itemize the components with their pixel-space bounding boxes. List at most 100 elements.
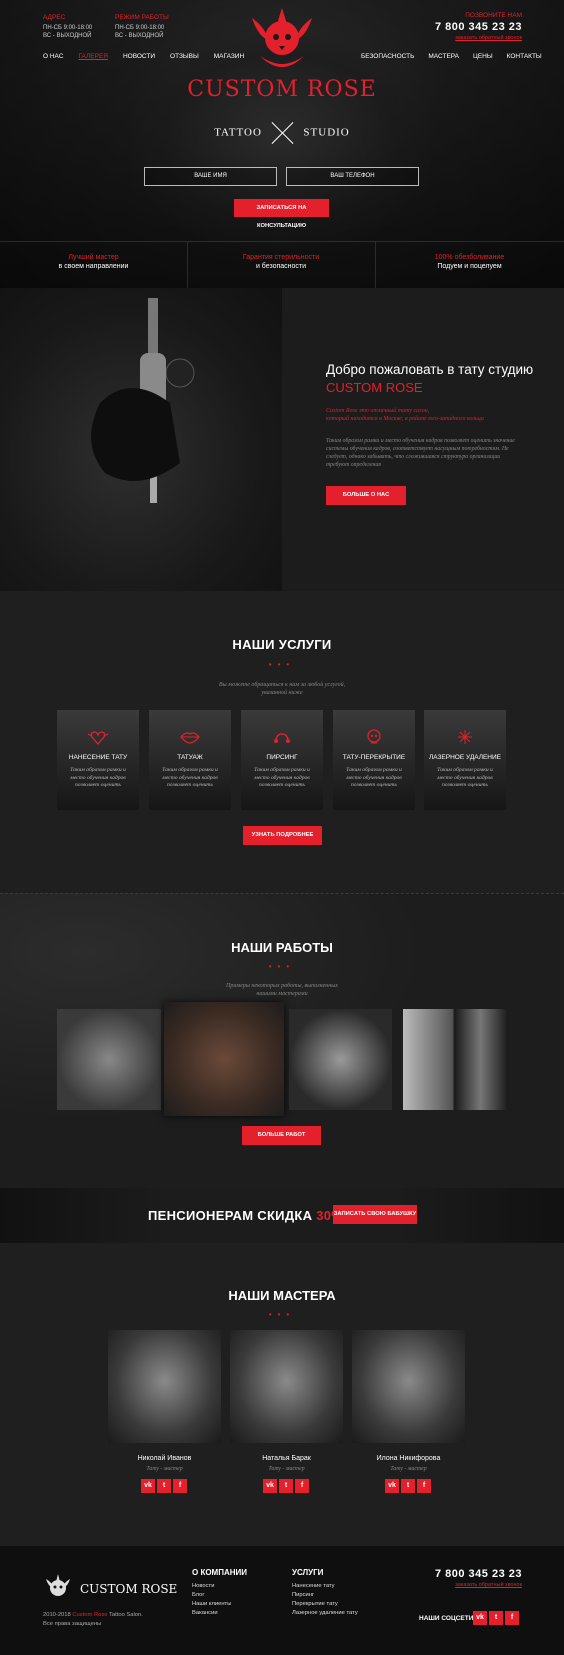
- works-lead: Примеры некоторых работы, выполненных на…: [226, 983, 338, 997]
- discount-banner: ПЕНСИОНЕРАМ СКИДКА 30% ЗАПИСАТЬ СВОЮ БАБ…: [0, 1188, 564, 1243]
- footer-logo-icon[interactable]: [43, 1573, 73, 1603]
- service-card[interactable]: ЛАЗЕРНОЕ УДАЛЕНИЕ Таким образом рамки и …: [424, 710, 506, 810]
- service-card[interactable]: ТАТУ-ПЕРЕКРЫТИЕ Таким образом рамки и ме…: [333, 710, 415, 810]
- welcome-text: Таким образом рамки и место обучения кад…: [326, 438, 515, 468]
- welcome-brand: CUSTOM ROSE: [326, 380, 423, 395]
- nav-item-contacts[interactable]: КОНТАКТЫ: [507, 53, 542, 60]
- header-phone[interactable]: 7 800 345 23 23: [435, 21, 522, 33]
- piercing-ring-icon: [274, 733, 290, 743]
- masters-title: НАШИ МАСТЕРА: [228, 1288, 336, 1303]
- work-photo[interactable]: [403, 1009, 506, 1110]
- discount-text: ПЕНСИОНЕРАМ СКИДКА: [148, 1208, 313, 1223]
- about-button[interactable]: БОЛЬШЕ О НАС: [326, 486, 406, 505]
- tattoo-machine-image: [0, 288, 282, 591]
- master-role: Тату - мастер: [146, 1466, 183, 1472]
- work-photo[interactable]: [164, 1002, 284, 1116]
- callback-link[interactable]: заказать обратный звонок: [435, 35, 522, 41]
- nav-item-news[interactable]: НОВОСТИ: [123, 53, 155, 60]
- more-works-button[interactable]: БОЛЬШЕ РАБОТ: [242, 1126, 321, 1145]
- address-label: АДРЕС: [43, 14, 66, 21]
- services-title: НАШИ УСЛУГИ: [232, 637, 332, 652]
- service-card[interactable]: ПИРСИНГ Таким образом рамки и место обуч…: [241, 710, 323, 810]
- footer-link[interactable]: Перекрытие тату: [292, 1600, 358, 1609]
- footer-callback-link[interactable]: заказать обратный звонок: [455, 1582, 522, 1588]
- welcome-title: Добро пожаловать в тату студию: [326, 362, 534, 377]
- dots-icon: •••: [268, 962, 296, 971]
- nav-left: О НАС ГАЛЕРЕЯ НОВОСТИ ОТЗЫВЫ МАГАЗИН: [43, 53, 244, 60]
- vk-icon[interactable]: vk: [473, 1611, 487, 1625]
- twitter-icon[interactable]: t: [279, 1479, 293, 1493]
- footer-brand: CUSTOM ROSE: [80, 1582, 178, 1596]
- twitter-icon[interactable]: t: [489, 1611, 503, 1625]
- footer-phone[interactable]: 7 800 345 23 23: [435, 1568, 522, 1580]
- master-photo[interactable]: [352, 1330, 465, 1443]
- footer-link[interactable]: Пирсинг: [292, 1591, 358, 1600]
- footer-services-links: Нанесение тату Пирсинг Перекрытие тату Л…: [292, 1582, 358, 1618]
- tagline-tattoo: TATTOO: [214, 126, 262, 139]
- address-block: АДРЕС ПН-СБ 9:00-18:00 ВС - ВЫХОДНОЙ: [43, 14, 92, 40]
- twitter-icon[interactable]: t: [157, 1479, 171, 1493]
- footer-link[interactable]: Новости: [192, 1582, 231, 1591]
- hours-label: РЕЖИМ РАБОТЫ: [115, 14, 169, 21]
- benefits-bar: Лучший мастер в своем направлении Гарант…: [0, 241, 564, 288]
- book-grandma-button[interactable]: ЗАПИСАТЬ СВОЮ БАБУШКУ: [333, 1205, 417, 1224]
- dots-icon: •••: [268, 1310, 296, 1319]
- work-photo[interactable]: [57, 1009, 161, 1110]
- twitter-icon[interactable]: t: [401, 1479, 415, 1493]
- master-photo[interactable]: [108, 1330, 221, 1443]
- welcome-intro: Custom Rose это отличный тату салон, кот…: [326, 408, 484, 422]
- vk-icon[interactable]: vk: [385, 1479, 399, 1493]
- footer-services-title: УСЛУГИ: [292, 1568, 324, 1577]
- lips-icon: [180, 732, 200, 744]
- phone-input[interactable]: ВАШ ТЕЛЕФОН: [286, 167, 419, 186]
- learn-more-button[interactable]: УЗНАТЬ ПОДРОБНЕЕ: [243, 826, 322, 845]
- work-photo[interactable]: [289, 1009, 392, 1110]
- hero-section: АДРЕС ПН-СБ 9:00-18:00 ВС - ВЫХОДНОЙ РЕЖ…: [0, 0, 564, 288]
- footer-link[interactable]: Наши клиенты: [192, 1600, 231, 1609]
- address-line: ПН-СБ 9:00-18:00: [43, 25, 93, 31]
- footer-link[interactable]: Блог: [192, 1591, 231, 1600]
- master-name: Николай Иванов: [137, 1455, 192, 1462]
- vk-icon[interactable]: vk: [141, 1479, 155, 1493]
- works-title: НАШИ РАБОТЫ: [231, 940, 333, 955]
- nav-item-safety[interactable]: БЕЗОПАСНОСТЬ: [361, 53, 414, 60]
- nav-item-gallery[interactable]: ГАЛЕРЕЯ: [78, 53, 108, 60]
- nav-item-reviews[interactable]: ОТЗЫВЫ: [170, 53, 199, 60]
- service-card[interactable]: НАНЕСЕНИЕ ТАТУ Таким образом рамки и мес…: [57, 710, 139, 810]
- section-divider: [0, 893, 564, 894]
- service-card[interactable]: ТАТУАЖ Таким образом рамки и место обуче…: [149, 710, 231, 810]
- footer-link[interactable]: Нанесение тату: [292, 1582, 358, 1591]
- dots-icon: •••: [268, 660, 296, 669]
- name-input[interactable]: ВАШЕ ИМЯ: [144, 167, 277, 186]
- facebook-icon[interactable]: f: [505, 1611, 519, 1625]
- tagline-studio: STUDIO: [303, 126, 350, 139]
- facebook-icon[interactable]: f: [173, 1479, 187, 1493]
- skull-rose-icon: [367, 729, 381, 744]
- contact-block: ПОЗВОНИТЕ НАМ 7 800 345 23 23 заказать о…: [435, 12, 522, 41]
- rose-skull-logo-icon[interactable]: [232, 6, 332, 76]
- nav-item-masters[interactable]: МАСТЕРА: [428, 53, 459, 60]
- call-label: ПОЗВОНИТЕ НАМ: [465, 12, 522, 19]
- footer-link[interactable]: Лазерное удаление тату: [292, 1609, 358, 1618]
- brand-title: CUSTOM ROSE: [187, 77, 377, 102]
- nav-item-prices[interactable]: ЦЕНЫ: [473, 53, 493, 60]
- nav-item-about[interactable]: О НАС: [43, 53, 63, 60]
- footer-social-label: НАШИ СОЦСЕТИ:: [419, 1615, 476, 1622]
- benefit-item: Лучший мастер в своем направлении: [58, 254, 129, 270]
- facebook-icon[interactable]: f: [417, 1479, 431, 1493]
- page: АДРЕС ПН-СБ 9:00-18:00 ВС - ВЫХОДНОЙ РЕЖ…: [0, 0, 564, 1655]
- footer-link[interactable]: Вакансии: [192, 1609, 231, 1618]
- master-role: Тату - мастер: [390, 1466, 427, 1472]
- facebook-icon[interactable]: f: [295, 1479, 309, 1493]
- nav-right: БЕЗОПАСНОСТЬ МАСТЕРА ЦЕНЫ КОНТАКТЫ: [361, 53, 542, 60]
- master-role: Тату - мастер: [268, 1466, 305, 1472]
- vk-icon[interactable]: vk: [263, 1479, 277, 1493]
- benefit-item: Гарантия стерильности и безопасности: [242, 254, 320, 270]
- consultation-button[interactable]: ЗАПИСАТЬСЯ НА КОНСУЛЬТАЦИЮ: [234, 199, 329, 229]
- footer: CUSTOM ROSE 2010-2018 Custom Rose Tattoo…: [0, 1546, 564, 1655]
- footer-copyright: 2010-2018 Custom Rose Tattoo Salon. Все …: [43, 1612, 143, 1627]
- brand-tagline: TATTOO STUDIO: [0, 122, 564, 144]
- master-name: Илона Никифорова: [376, 1455, 441, 1462]
- master-photo[interactable]: [230, 1330, 343, 1443]
- cross-icon: [272, 122, 294, 144]
